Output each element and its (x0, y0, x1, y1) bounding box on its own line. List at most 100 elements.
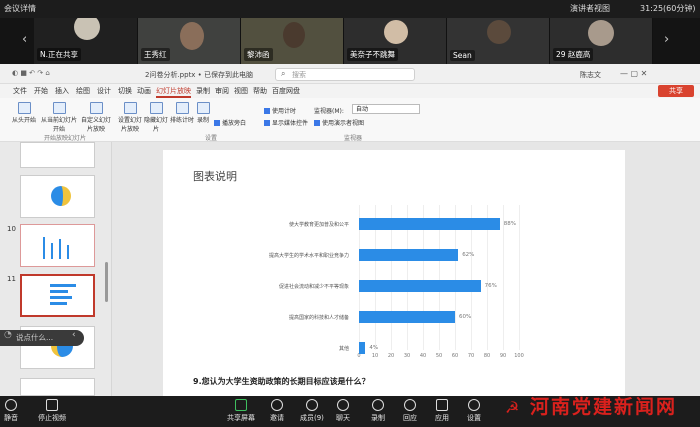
watermark-logo: ☭ 河南党建新闻网 (505, 396, 677, 418)
search-input[interactable]: 搜索 (275, 68, 415, 81)
participant-tile[interactable]: 美奈子不跳舞 (344, 18, 447, 64)
prev-arrow-icon[interactable]: ‹ (22, 32, 27, 47)
x-tick-label: 40 (419, 353, 427, 359)
category-label: 提高国家的科技和人才储备 (288, 315, 349, 321)
slide-thumbnail[interactable] (20, 224, 95, 267)
thumb-scrollbar[interactable] (105, 262, 108, 302)
menu-record[interactable]: 录制 (196, 86, 210, 96)
menu-insert[interactable]: 插入 (55, 86, 69, 96)
menu-file[interactable]: 文件 (13, 86, 27, 96)
next-arrow-icon[interactable]: › (664, 32, 669, 47)
menu-home[interactable]: 开始 (34, 86, 48, 96)
menu-animations[interactable]: 动画 (137, 86, 151, 96)
gridline (519, 205, 520, 350)
meeting-info[interactable]: 会议详情 (4, 3, 36, 14)
record-meeting-button[interactable]: 录制 (371, 399, 385, 423)
menu-review[interactable]: 审阅 (215, 86, 229, 96)
group-label: 开始放映幻灯片 (44, 135, 87, 142)
menu-help[interactable]: 帮助 (253, 86, 267, 96)
microphone-icon (5, 399, 17, 411)
menu-draw[interactable]: 绘图 (76, 86, 90, 96)
x-tick-label: 20 (387, 353, 395, 359)
members-button[interactable]: 成员(9) (300, 399, 324, 423)
reactions-button[interactable]: 回应 (403, 399, 417, 423)
bar (359, 249, 459, 261)
invite-icon (271, 399, 283, 411)
from-current-button[interactable]: 从当前幻灯片开始 (40, 102, 78, 133)
settings-button[interactable]: 设置 (467, 399, 481, 423)
current-slide: 图表说明 0 10 20 30 40 50 60 70 80 90 100 使大学教育更加普及和公平 8… (163, 150, 625, 396)
setup-show-button[interactable]: 设置幻灯片放映 (118, 102, 142, 133)
bar (359, 280, 481, 292)
apps-icon (436, 399, 448, 411)
meeting-time: 31:25(60分钟) (640, 4, 696, 13)
mute-button[interactable]: 静音 (4, 399, 18, 423)
presenter-view-checkbox[interactable]: 使用演示者视图 (314, 118, 364, 127)
x-tick-label: 50 (435, 353, 443, 359)
invite-button[interactable]: 邀请 (270, 399, 284, 423)
menu-view[interactable]: 视图 (234, 86, 248, 96)
question-text: 9.您认为大学生资助政策的长期目标应该是什么？ (193, 377, 370, 386)
apps-button[interactable]: 应用 (435, 399, 449, 423)
x-tick-label: 80 (483, 353, 491, 359)
participant-strip: ‹ N.正在共享 王秀红 黎沛函 美奈子不跳舞 Sean 29 赵鹿高 › (0, 18, 700, 64)
menu-baidu[interactable]: 百度网盘 (272, 86, 300, 96)
participant-tile[interactable]: 29 赵鹿高 (550, 18, 653, 64)
title-bar: ◐ ■ ↶ ↷ ⌂ 2问卷分析.pptx • 已保存到此电脑 搜索 ⌕ 陈志文 … (0, 64, 700, 84)
slide-number: 10 (7, 225, 16, 233)
participant-name: Sean (450, 50, 475, 61)
quick-access-toolbar[interactable]: ◐ ■ ↶ ↷ ⌂ (12, 69, 50, 77)
window-controls[interactable]: — ▢ ✕ (620, 69, 647, 78)
slide-thumbnail-pane: 10 11 (0, 142, 112, 396)
x-tick-label: 10 (371, 353, 379, 359)
x-tick-label: 90 (499, 353, 507, 359)
user-name[interactable]: 陈志文 (580, 70, 601, 80)
share-screen-button[interactable]: 共享屏幕 (227, 399, 255, 423)
group-label: 监视器 (344, 135, 363, 142)
x-tick-label: 60 (451, 353, 459, 359)
x-tick-label: 30 (403, 353, 411, 359)
chat-icon: ◔ (4, 330, 12, 340)
record-button[interactable]: 录制 (196, 102, 210, 124)
members-icon (305, 399, 318, 411)
media-controls-checkbox[interactable]: 显示媒体控件 (264, 118, 308, 127)
menu-bar: 文件 开始 插入 绘图 设计 切换 动画 幻灯片放映 录制 审阅 视图 帮助 百… (0, 84, 700, 98)
slide-thumbnail-selected[interactable] (20, 274, 95, 317)
party-emblem-icon: ☭ (505, 398, 522, 417)
slide-number: 11 (7, 275, 16, 283)
meeting-top-bar: 会议详情 31:25(60分钟) 演讲者视图 (0, 0, 700, 18)
file-name: 2问卷分析.pptx • 已保存到此电脑 (145, 71, 254, 79)
data-label: 76% (484, 283, 497, 289)
monitor-select[interactable]: 自动 (352, 104, 420, 114)
search-icon: ⌕ (281, 69, 286, 78)
from-beginning-button[interactable]: 从头开始 (10, 102, 38, 124)
presenter-view-button[interactable]: 演讲者视图 (570, 3, 610, 14)
stop-video-button[interactable]: 停止视频 (38, 399, 66, 423)
record-icon (372, 399, 384, 411)
participant-tile[interactable]: 王秀红 (138, 18, 241, 64)
participant-tile[interactable]: Sean (447, 18, 550, 64)
slide-thumbnail[interactable] (20, 175, 95, 218)
category-label: 使大学教育更加普及和公平 (288, 222, 349, 228)
share-button[interactable]: 共享 (658, 85, 694, 97)
participant-name: 美奈子不跳舞 (347, 48, 398, 61)
menu-design[interactable]: 设计 (97, 86, 111, 96)
chevron-left-icon[interactable]: ‹ (72, 330, 76, 340)
use-timings-checkbox[interactable]: 使用计时 (264, 106, 296, 115)
participant-tile[interactable]: N.正在共享 (34, 18, 138, 64)
custom-show-button[interactable]: 自定义幻灯片放映 (80, 102, 112, 133)
slide-thumbnail[interactable] (20, 378, 95, 396)
narrations-checkbox[interactable]: 播放旁白 (214, 118, 246, 127)
share-screen-icon (235, 399, 247, 411)
x-tick-label: 100 (514, 353, 524, 359)
category-label: 其他 (338, 346, 349, 352)
chat-button[interactable]: 聊天 (336, 399, 350, 423)
menu-slideshow[interactable]: 幻灯片放映 (156, 86, 191, 98)
camera-icon (46, 399, 58, 411)
participant-tile[interactable]: 黎沛函 (241, 18, 344, 64)
hide-slide-button[interactable]: 隐藏幻灯片 (144, 102, 168, 133)
group-label: 设置 (205, 135, 218, 142)
rehearse-timings-button[interactable]: 排练计时 (170, 102, 194, 124)
slide-thumbnail[interactable] (20, 142, 95, 168)
menu-transitions[interactable]: 切换 (118, 86, 132, 96)
